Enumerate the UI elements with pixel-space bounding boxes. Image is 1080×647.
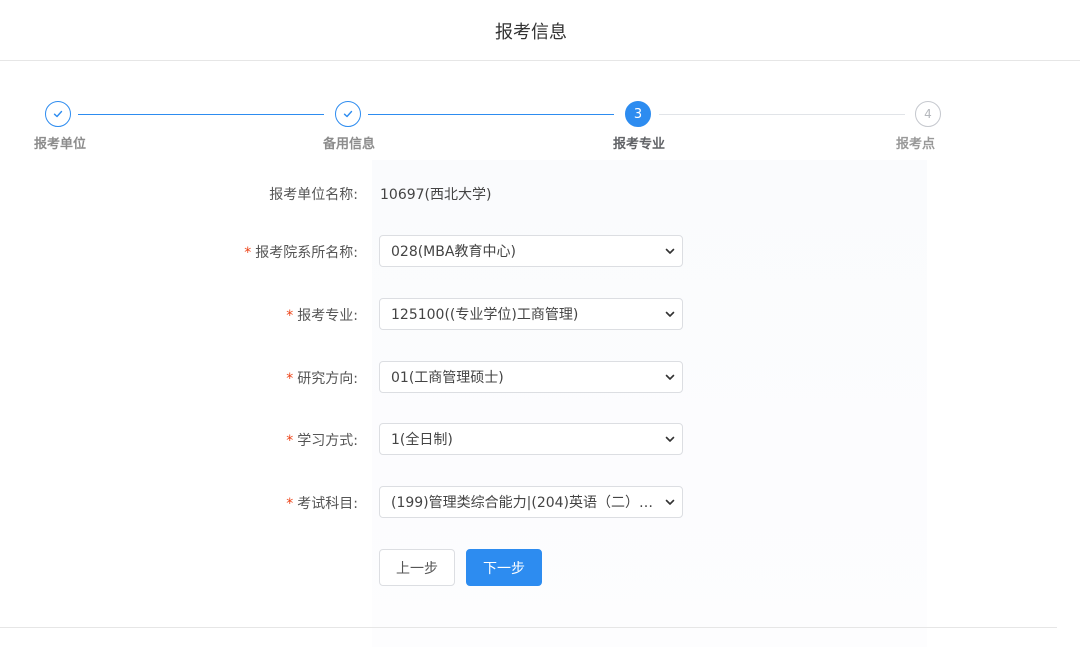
direction-select-value: 01(工商管理硕士) bbox=[391, 370, 504, 386]
step-connector-3-4 bbox=[659, 114, 905, 115]
subjects-label: * 考试科目: bbox=[286, 493, 358, 513]
step-connector-1-2 bbox=[78, 114, 324, 115]
form-row-major: * 报考专业: 125100((专业学位)工商管理) bbox=[0, 297, 1080, 331]
page-header: 报考信息 bbox=[0, 0, 1080, 61]
step-4-circle: 4 bbox=[915, 101, 941, 127]
form-row-department: * 报考院系所名称: 028(MBA教育中心) bbox=[0, 234, 1080, 268]
step-1-circle bbox=[45, 101, 71, 127]
subjects-label-text: 考试科目: bbox=[297, 496, 358, 512]
step-3-label: 报考专业 bbox=[613, 137, 666, 152]
footer-divider bbox=[0, 627, 1057, 628]
required-marker: * bbox=[244, 245, 252, 261]
next-step-button[interactable]: 下一步 bbox=[466, 549, 542, 586]
check-icon bbox=[53, 110, 63, 118]
department-select-value: 028(MBA教育中心) bbox=[391, 244, 516, 260]
form-row-subjects: * 考试科目: (199)管理类综合能力|(204)英语（二）|(-)... bbox=[0, 485, 1080, 519]
department-label-text: 报考院系所名称: bbox=[255, 245, 358, 261]
major-select-value: 125100((专业学位)工商管理) bbox=[391, 307, 579, 323]
chevron-down-icon bbox=[665, 499, 675, 505]
form-row-unit: 报考单位名称: 10697(西北大学) bbox=[0, 176, 1080, 210]
direction-label: * 研究方向: bbox=[286, 368, 358, 388]
prev-step-button[interactable]: 上一步 bbox=[379, 549, 455, 586]
required-marker: * bbox=[286, 371, 294, 387]
check-icon bbox=[343, 110, 353, 118]
subjects-select[interactable]: (199)管理类综合能力|(204)英语（二）|(-)... bbox=[379, 486, 683, 518]
department-label: * 报考院系所名称: bbox=[244, 242, 358, 262]
required-marker: * bbox=[286, 496, 294, 512]
study-mode-label-text: 学习方式: bbox=[297, 433, 358, 449]
step-2-label: 备用信息 bbox=[323, 137, 376, 152]
chevron-down-icon bbox=[665, 374, 675, 380]
direction-select[interactable]: 01(工商管理硕士) bbox=[379, 361, 683, 393]
step-3-circle: 3 bbox=[625, 101, 651, 127]
page-title: 报考信息 bbox=[495, 22, 567, 43]
department-select[interactable]: 028(MBA教育中心) bbox=[379, 235, 683, 267]
required-marker: * bbox=[286, 433, 294, 449]
chevron-down-icon bbox=[665, 248, 675, 254]
chevron-down-icon bbox=[665, 436, 675, 442]
study-mode-label: * 学习方式: bbox=[286, 430, 358, 450]
subjects-select-value: (199)管理类综合能力|(204)英语（二）|(-)... bbox=[391, 495, 656, 511]
required-marker: * bbox=[286, 308, 294, 324]
step-2-circle bbox=[335, 101, 361, 127]
form-row-study-mode: * 学习方式: 1(全日制) bbox=[0, 422, 1080, 456]
step-4-label: 报考点 bbox=[896, 137, 936, 152]
major-label: * 报考专业: bbox=[286, 305, 358, 325]
form-row-direction: * 研究方向: 01(工商管理硕士) bbox=[0, 360, 1080, 394]
major-label-text: 报考专业: bbox=[297, 308, 358, 324]
study-mode-select[interactable]: 1(全日制) bbox=[379, 423, 683, 455]
step-connector-2-3 bbox=[368, 114, 614, 115]
major-select[interactable]: 125100((专业学位)工商管理) bbox=[379, 298, 683, 330]
unit-value: 10697(西北大学) bbox=[380, 187, 492, 203]
unit-label: 报考单位名称: bbox=[269, 187, 358, 203]
direction-label-text: 研究方向: bbox=[297, 371, 358, 387]
chevron-down-icon bbox=[665, 311, 675, 317]
study-mode-select-value: 1(全日制) bbox=[391, 432, 453, 448]
step-1-label: 报考单位 bbox=[34, 137, 87, 152]
